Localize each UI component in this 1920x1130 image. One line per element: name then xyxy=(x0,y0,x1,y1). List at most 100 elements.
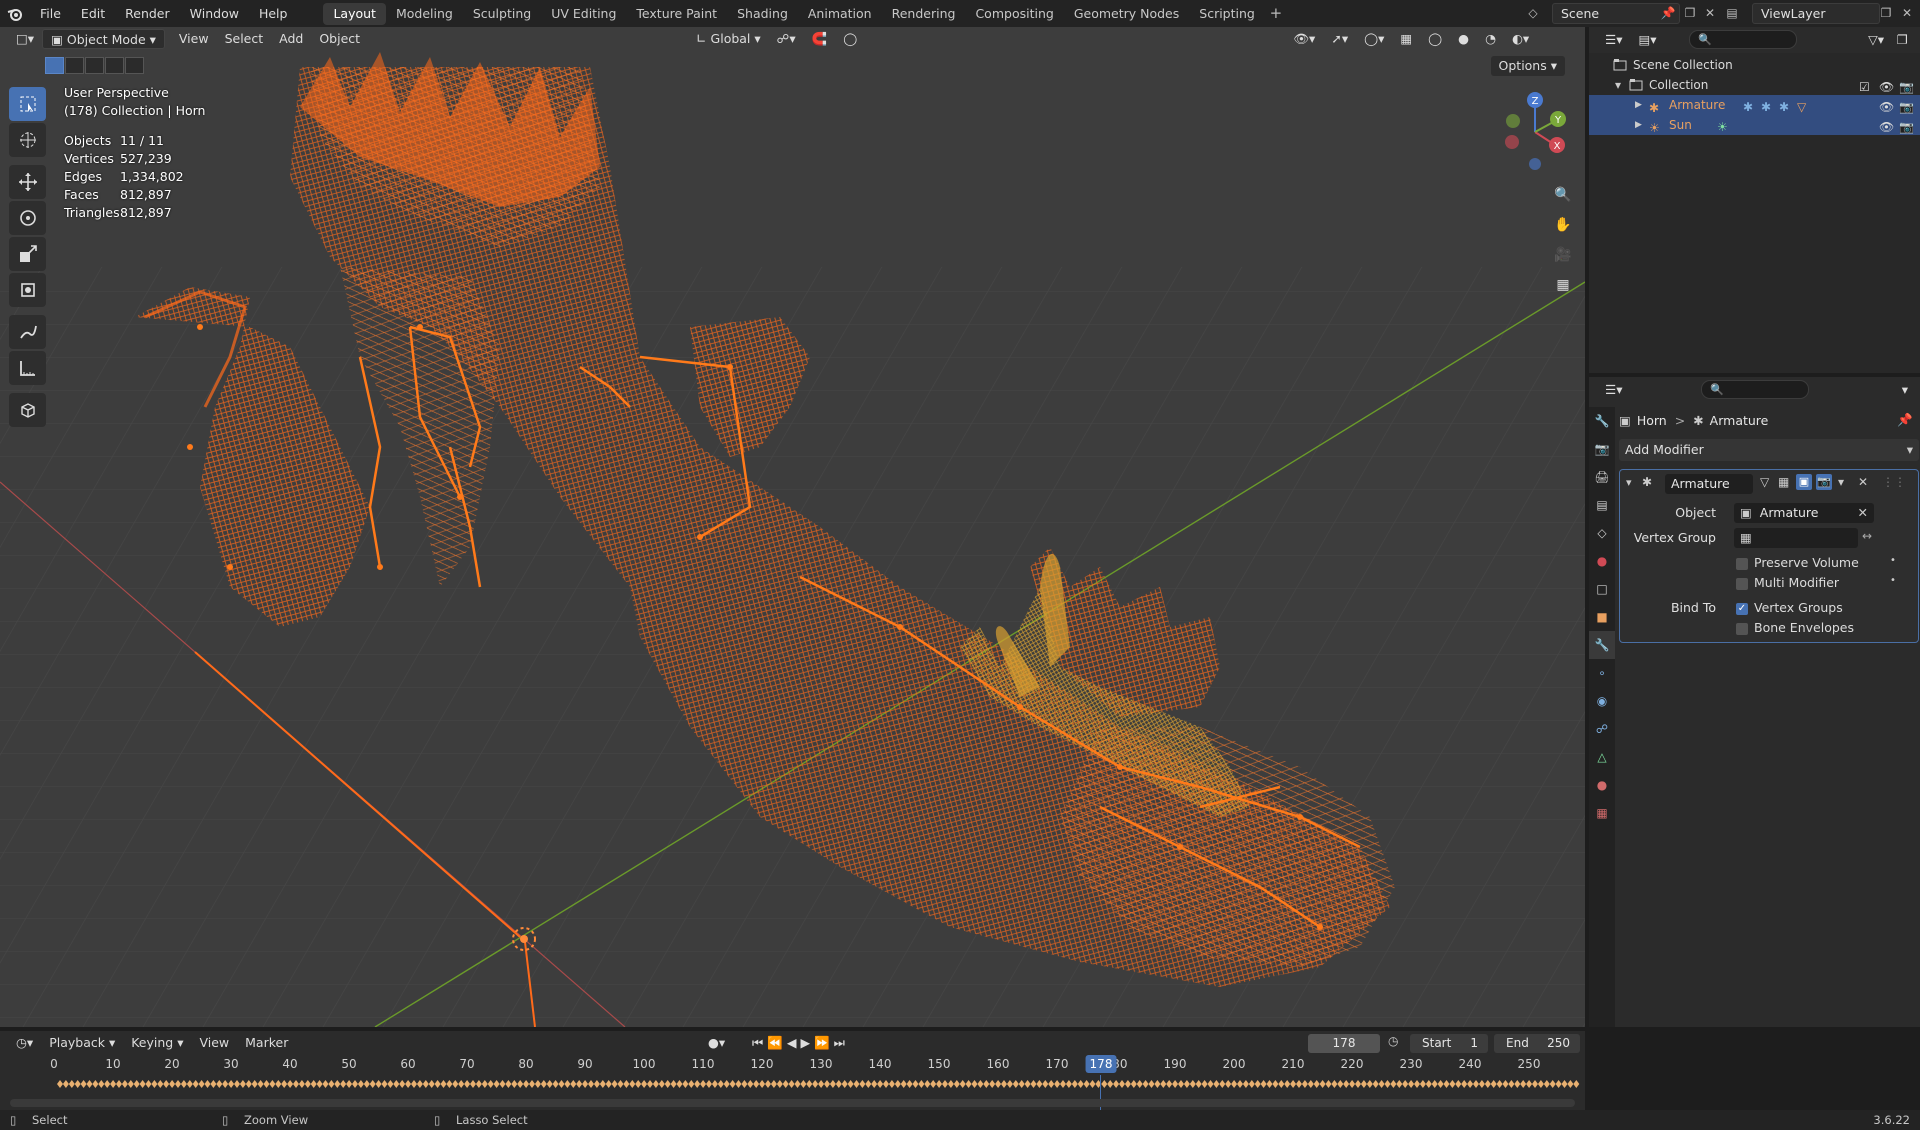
delete-scene-icon[interactable]: ✕ xyxy=(1700,4,1720,23)
object-field[interactable]: ▣ Armature ✕ xyxy=(1734,503,1874,523)
add-cube-icon[interactable] xyxy=(9,393,46,427)
annotate-icon[interactable] xyxy=(9,315,46,349)
expand-arrow-icon[interactable]: ▶ xyxy=(1635,115,1642,135)
outliner-search-input[interactable]: 🔍 xyxy=(1689,30,1797,49)
tab-animation[interactable]: Animation xyxy=(798,3,882,25)
add-modifier-button[interactable]: Add Modifier ▾ xyxy=(1619,439,1919,461)
edit-mode-toggle-icon[interactable]: ▽ xyxy=(1760,475,1769,489)
jump-end-icon[interactable]: ⏭ xyxy=(834,1035,849,1050)
measure-icon[interactable] xyxy=(9,351,46,385)
keyframe-dot-icon[interactable]: • xyxy=(1890,575,1896,586)
tab-compositing[interactable]: Compositing xyxy=(965,3,1063,25)
menu-object[interactable]: Object xyxy=(311,29,368,49)
physics-tab-icon[interactable]: ◉ xyxy=(1589,687,1615,715)
snap-icon[interactable]: 🧲 xyxy=(804,29,836,49)
play-icon[interactable]: ▶ xyxy=(800,1035,814,1050)
pose-icon[interactable]: ✱ xyxy=(1743,97,1753,117)
bone-icon[interactable]: ✱ xyxy=(1761,97,1771,117)
add-workspace-button[interactable]: + xyxy=(1265,3,1287,25)
menu-edit[interactable]: Edit xyxy=(71,0,115,27)
pin-icon[interactable]: 📌 xyxy=(1658,4,1678,23)
start-frame-field[interactable]: Start 1 xyxy=(1410,1034,1488,1053)
new-view-layer-icon[interactable]: ❐ xyxy=(1876,4,1896,23)
view-layer-tab-icon[interactable]: ▤ xyxy=(1589,491,1615,519)
shading-rendered-icon[interactable]: ◐▾ xyxy=(1504,29,1537,49)
select-extend-icon[interactable] xyxy=(65,57,84,74)
outliner-row-sun[interactable]: ▶ ☀ Sun ☀ 👁 📷 xyxy=(1589,115,1920,135)
preserve-volume-checkbox[interactable] xyxy=(1736,558,1748,570)
scene-icon[interactable]: ◇ xyxy=(1523,4,1543,23)
pan-hand-icon[interactable]: ✋ xyxy=(1550,212,1576,238)
current-frame-field[interactable]: 178 xyxy=(1308,1034,1380,1053)
select-box-icon[interactable] xyxy=(9,87,46,121)
tab-geometry-nodes[interactable]: Geometry Nodes xyxy=(1064,3,1189,25)
gizmo-toggle-icon[interactable]: ➚▾ xyxy=(1323,29,1356,49)
prev-keyframe-icon[interactable]: ⏪ xyxy=(767,1035,787,1050)
delete-view-layer-icon[interactable]: ✕ xyxy=(1897,4,1917,23)
chevron-down-icon[interactable]: ▾ xyxy=(1838,475,1844,489)
viewport-display-toggle-icon[interactable]: ▣ xyxy=(1796,474,1812,490)
visibility-icon[interactable]: 👁▾ xyxy=(1285,29,1323,49)
rotate-icon[interactable] xyxy=(9,201,46,235)
collection-tab-icon[interactable]: □ xyxy=(1589,575,1615,603)
render-toggle-icon[interactable]: 📷 xyxy=(1816,474,1832,490)
new-scene-icon[interactable]: ❐ xyxy=(1680,4,1700,23)
editor-type-icon[interactable]: □▾ xyxy=(8,29,42,49)
eye-icon[interactable]: 👁 xyxy=(1879,117,1894,137)
playhead-frame-indicator[interactable]: 178 xyxy=(1085,1055,1117,1073)
menu-select[interactable]: Select xyxy=(217,29,272,49)
timeline-view-menu[interactable]: View xyxy=(191,1033,237,1053)
keyframe-strip[interactable] xyxy=(56,1079,1584,1089)
menu-file[interactable]: File xyxy=(30,0,71,27)
camera-render-icon[interactable]: 📷 xyxy=(1899,97,1914,117)
eye-icon[interactable]: 👁 xyxy=(1879,97,1894,117)
editor-type-icon[interactable]: ◷▾ xyxy=(8,1033,41,1053)
tab-sculpting[interactable]: Sculpting xyxy=(463,3,541,25)
modifier-tab-icon[interactable]: 🔧 xyxy=(1589,631,1615,659)
options-dropdown[interactable]: Options ▾ xyxy=(1490,56,1565,76)
data-tab-icon[interactable]: △ xyxy=(1589,743,1615,771)
clock-icon[interactable]: ◷ xyxy=(1388,1034,1398,1048)
menu-view[interactable]: View xyxy=(171,29,217,49)
view-layer-icon[interactable]: ▤ xyxy=(1722,4,1742,23)
grid-icon[interactable]: ▦ xyxy=(1550,272,1576,298)
outliner-row-scene-collection[interactable]: Scene Collection xyxy=(1589,55,1920,75)
constraints-tab-icon[interactable]: ☍ xyxy=(1589,715,1615,743)
playback-menu[interactable]: Playback ▾ xyxy=(41,1033,123,1053)
scale-icon[interactable] xyxy=(9,237,46,271)
checkbox-icon[interactable]: ☑ xyxy=(1859,77,1870,97)
blender-logo-icon[interactable] xyxy=(0,0,30,27)
sun-data-icon[interactable]: ☀ xyxy=(1717,117,1728,137)
on-cage-toggle-icon[interactable]: ▦ xyxy=(1778,475,1789,489)
navigation-gizmo[interactable]: Z Y X xyxy=(1495,87,1575,177)
gizmo-neg-y[interactable] xyxy=(1506,114,1520,128)
tab-scripting[interactable]: Scripting xyxy=(1189,3,1265,25)
mesh-icon[interactable]: ▽ xyxy=(1797,97,1806,117)
scene-tab-icon[interactable]: ◇ xyxy=(1589,519,1615,547)
drag-handle-icon[interactable]: ⋮⋮ xyxy=(1882,475,1906,489)
gizmo-neg-x[interactable] xyxy=(1505,135,1519,149)
move-icon[interactable] xyxy=(9,165,46,199)
editor-type-icon[interactable]: ☰▾ xyxy=(1597,380,1630,400)
clear-icon[interactable]: ✕ xyxy=(1858,503,1868,523)
close-icon[interactable]: ✕ xyxy=(1858,475,1868,489)
jump-start-icon[interactable]: ⏮ xyxy=(752,1035,767,1050)
outliner-row-armature[interactable]: ▶ ✱ Armature ✱ ✱ ✱ ▽ 👁 📷 xyxy=(1589,95,1920,115)
view-layer-selector[interactable]: ViewLayer xyxy=(1752,3,1880,24)
tool-tab-icon[interactable]: 🔧 xyxy=(1589,407,1615,435)
vertex-groups-checkbox[interactable]: ✓ xyxy=(1736,603,1748,615)
editor-type-icon[interactable]: ☰▾ xyxy=(1597,30,1630,50)
material-tab-icon[interactable]: ● xyxy=(1589,771,1615,799)
marker-menu[interactable]: Marker xyxy=(237,1033,296,1053)
menu-window[interactable]: Window xyxy=(180,0,249,27)
camera-render-icon[interactable]: 📷 xyxy=(1899,117,1914,137)
xray-icon[interactable]: ▦ xyxy=(1392,29,1420,49)
3d-viewport[interactable]: □▾ ▣ Object Mode ▾ View Select Add Objec… xyxy=(0,27,1585,1027)
keying-menu[interactable]: Keying ▾ xyxy=(123,1033,191,1053)
pin-icon[interactable]: 📌 xyxy=(1897,412,1913,428)
record-icon[interactable]: ●▾ xyxy=(700,1033,733,1053)
render-tab-icon[interactable]: 📷 xyxy=(1589,435,1615,463)
chevron-down-icon[interactable]: ▾ xyxy=(1894,380,1916,400)
new-collection-icon[interactable]: ❐ xyxy=(1889,30,1916,50)
texture-tab-icon[interactable]: ▦ xyxy=(1589,799,1615,827)
